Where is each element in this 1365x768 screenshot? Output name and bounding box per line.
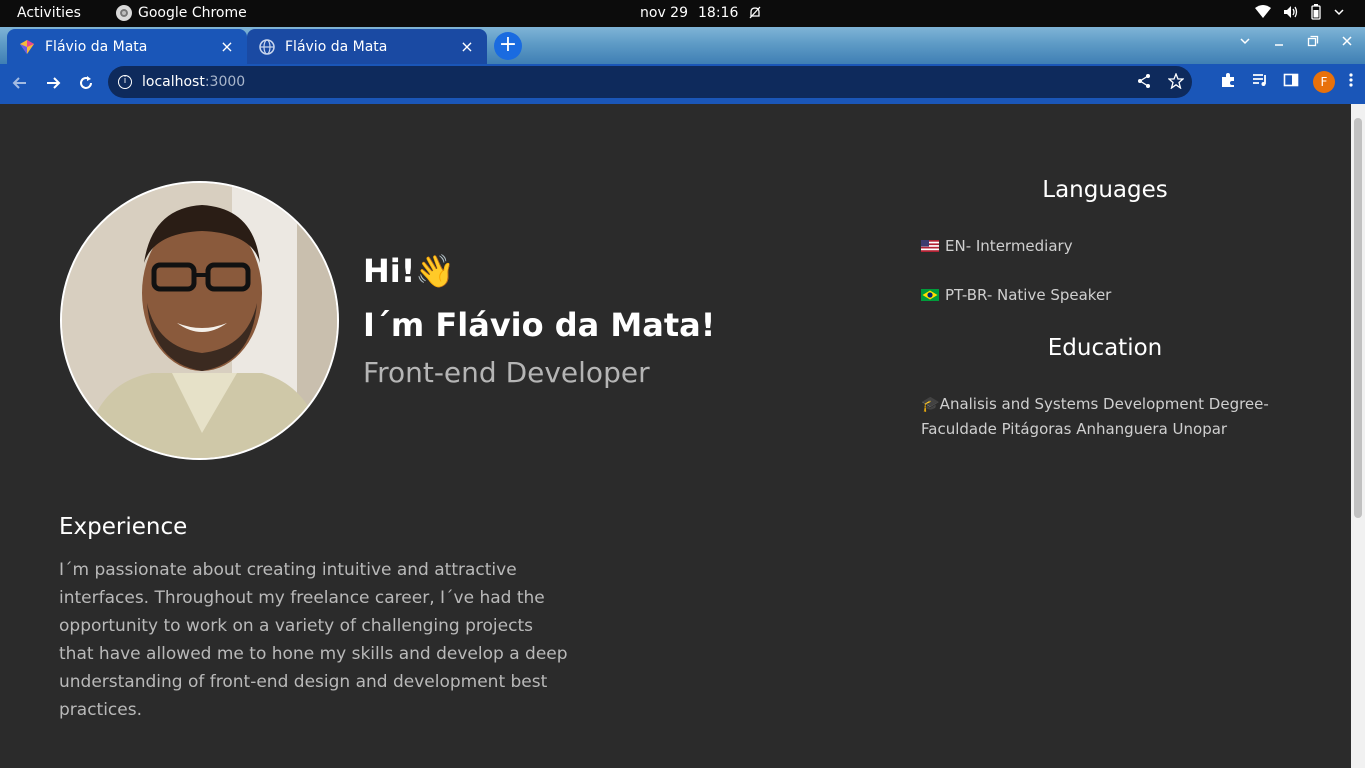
app-menu[interactable]: Google Chrome [116,5,247,21]
side-panel-icon[interactable] [1283,72,1299,92]
close-tab-icon[interactable]: × [459,37,475,56]
system-top-bar: Activities Google Chrome nov 29 18:16 [0,0,1365,27]
page-scrollbar[interactable] [1351,104,1365,768]
notifications-muted-icon [748,6,762,20]
hero-role: Front-end Developer [363,356,650,389]
wifi-icon [1255,5,1271,19]
bookmark-star-icon[interactable] [1167,72,1185,93]
battery-icon [1311,4,1321,20]
clock[interactable]: nov 29 18:16 [640,5,762,21]
language-text: EN- Intermediary [945,237,1073,255]
clock-date: nov 29 [640,5,688,21]
back-arrow-icon[interactable] [9,72,31,94]
minimize-icon[interactable] [1273,35,1285,51]
volume-icon [1283,5,1299,19]
experience-text: I´m passionate about creating intuitive … [59,560,568,720]
tab-inactive[interactable]: Flávio da Mata × [247,29,487,64]
url-text: localhost:3000 [142,74,245,90]
tab-strip: Flávio da Mata × Flávio da Mata × + [0,27,1365,64]
scrollbar-thumb[interactable] [1354,118,1362,518]
browser-toolbar: i localhost:3000 F [0,64,1365,100]
forward-arrow-icon[interactable] [42,72,64,94]
experience-heading: Experience [59,514,188,540]
tab-title: Flávio da Mata [285,38,388,55]
address-bar[interactable]: i localhost:3000 [108,66,1192,98]
system-tray[interactable] [1255,4,1345,20]
languages-heading: Languages [1042,177,1168,203]
us-flag-icon [921,240,939,252]
share-icon[interactable] [1136,73,1152,93]
hero-name: I´m Flávio da Mata! [363,306,716,344]
power-menu-chevron-icon [1333,6,1345,18]
profile-avatar[interactable]: F [1313,71,1335,93]
activities-button[interactable]: Activities [17,5,81,21]
toolbar-actions: F [1219,71,1353,93]
new-tab-button[interactable]: + [494,32,522,60]
tab-search-chevron-icon[interactable] [1239,35,1251,51]
window-controls [1239,35,1353,51]
reload-icon[interactable] [75,72,97,94]
app-name: Google Chrome [138,5,247,21]
close-window-icon[interactable] [1341,35,1353,51]
profile-photo-illustration [62,183,337,458]
site-info-icon[interactable]: i [118,75,132,89]
language-item: PT-BR- Native Speaker [921,286,1111,304]
react-favicon-icon [20,39,34,54]
page-content: Hi!👋 I´m Flávio da Mata! Front-end Devel… [0,104,1351,768]
greeting: Hi!👋 [363,252,456,290]
education-text: 🎓Analisis and Systems Development Degree… [921,395,1269,438]
media-queue-icon[interactable] [1251,71,1269,93]
chrome-menu-icon[interactable] [1349,72,1353,92]
language-item: EN- Intermediary [921,237,1073,255]
language-text: PT-BR- Native Speaker [945,286,1112,304]
tab-active[interactable]: Flávio da Mata × [7,29,247,64]
close-tab-icon[interactable]: × [219,37,235,56]
extensions-puzzle-icon[interactable] [1219,71,1237,93]
education-heading: Education [1047,335,1163,361]
globe-icon [259,38,275,55]
url-port: :3000 [204,74,246,90]
clock-time: 18:16 [698,5,739,21]
chrome-icon [116,5,132,21]
profile-photo [60,181,339,460]
url-host: localhost [142,74,205,90]
brazil-flag-icon [921,289,939,301]
tab-title: Flávio da Mata [45,38,148,55]
restore-icon[interactable] [1307,35,1319,51]
